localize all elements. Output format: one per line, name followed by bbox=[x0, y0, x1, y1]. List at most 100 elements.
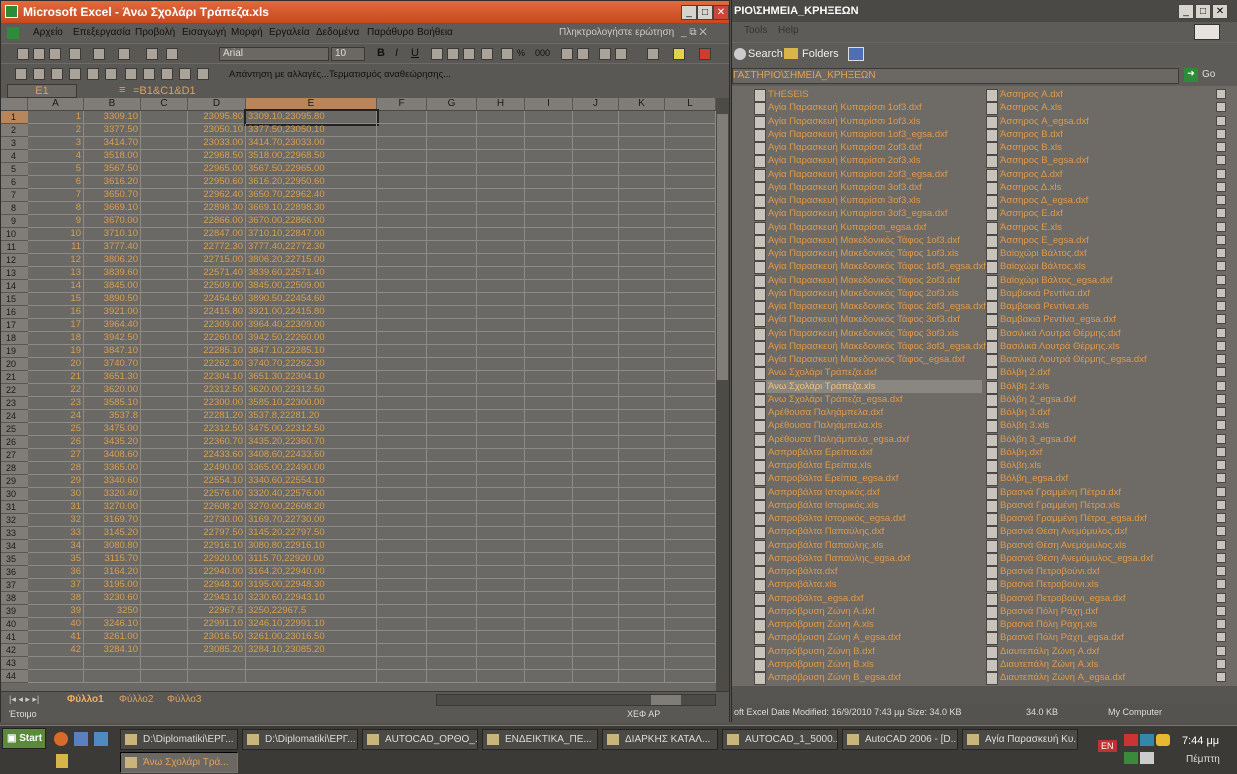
cell-F29[interactable] bbox=[377, 475, 427, 488]
file-item[interactable]: Αγία Παρασκευή Μακεδονικός Τάφος 2of3.xl… bbox=[754, 287, 982, 301]
cell-C9[interactable] bbox=[141, 215, 188, 228]
cell-H7[interactable] bbox=[477, 189, 525, 202]
tray-icon-3[interactable] bbox=[1156, 734, 1170, 746]
explorer-maximize-button[interactable]: □ bbox=[1195, 4, 1211, 19]
cell-A10[interactable]: 10 bbox=[28, 228, 84, 241]
cell-E5[interactable]: 3567.50,22965.00 bbox=[246, 163, 377, 176]
cell-J20[interactable] bbox=[573, 358, 619, 371]
cell-K17[interactable] bbox=[619, 319, 665, 332]
cell-D8[interactable]: 22898.30 bbox=[188, 202, 246, 215]
cell-C24[interactable] bbox=[141, 410, 188, 423]
cell-F27[interactable] bbox=[377, 449, 427, 462]
cell-L19[interactable] bbox=[665, 345, 716, 358]
cell-A37[interactable]: 37 bbox=[28, 579, 84, 592]
borders-icon[interactable] bbox=[647, 48, 659, 60]
cell-B32[interactable]: 3169.70 bbox=[84, 514, 141, 527]
file-icon-col3[interactable] bbox=[1216, 301, 1226, 311]
row-header[interactable]: 41 bbox=[1, 631, 28, 644]
cell-G5[interactable] bbox=[427, 163, 477, 176]
cell-E44[interactable] bbox=[246, 670, 377, 683]
cell-I40[interactable] bbox=[525, 618, 573, 631]
row-header[interactable]: 39 bbox=[1, 605, 28, 618]
cell-G9[interactable] bbox=[427, 215, 477, 228]
cell-B14[interactable]: 3845.00 bbox=[84, 280, 141, 293]
cell-H27[interactable] bbox=[477, 449, 525, 462]
cell-G23[interactable] bbox=[427, 397, 477, 410]
row-header[interactable]: 22 bbox=[1, 384, 28, 397]
file-item[interactable]: Άσσηρος B.xls bbox=[986, 141, 1214, 155]
cell-K13[interactable] bbox=[619, 267, 665, 280]
file-icon-col3[interactable] bbox=[1216, 566, 1226, 576]
file-item[interactable]: Βόλβη 3.xls bbox=[986, 419, 1214, 434]
cell-L43[interactable] bbox=[665, 657, 716, 670]
cell-D25[interactable]: 22312.50 bbox=[188, 423, 246, 436]
file-item[interactable]: Αρέθουσα Παληάμπελα_egsa.dxf bbox=[754, 433, 982, 447]
explorer-titlebar[interactable]: PIO\ΣΗΜΕΙΑ_ΚΡΗΞΕΩΝ bbox=[732, 0, 1237, 22]
cell-I26[interactable] bbox=[525, 436, 573, 449]
cell-D33[interactable]: 22797.50 bbox=[188, 527, 246, 540]
cell-L27[interactable] bbox=[665, 449, 716, 462]
cell-I11[interactable] bbox=[525, 241, 573, 254]
file-item[interactable]: Αγία Παρασκευή Κυπαρίσσι 2of3.xls bbox=[754, 154, 982, 169]
file-item[interactable]: Άνω Σχολάρι Τράπεζα.xls bbox=[754, 379, 982, 394]
cell-L31[interactable] bbox=[665, 501, 716, 514]
font-size-select[interactable]: 10 bbox=[331, 47, 365, 61]
file-icon-col3[interactable] bbox=[1216, 128, 1226, 139]
cell-G10[interactable] bbox=[427, 228, 477, 241]
menu-format[interactable]: Μορφή bbox=[231, 27, 263, 38]
quicklaunch-icon[interactable] bbox=[56, 754, 68, 768]
column-header-H[interactable]: H bbox=[477, 98, 525, 111]
file-item[interactable]: Ασπροβάλτα Παπαύλης.xls bbox=[754, 539, 982, 553]
column-header-A[interactable]: A bbox=[28, 98, 84, 111]
cell-J11[interactable] bbox=[573, 241, 619, 254]
network-icon[interactable] bbox=[1140, 752, 1154, 764]
cell-B43[interactable] bbox=[84, 657, 141, 670]
cell-F37[interactable] bbox=[377, 579, 427, 592]
column-header-K[interactable]: K bbox=[619, 98, 665, 111]
cell-H31[interactable] bbox=[477, 501, 525, 514]
file-item[interactable]: Βαϊοχώρι Βάλτος.xls bbox=[986, 260, 1214, 275]
cell-I1[interactable] bbox=[525, 111, 573, 124]
align-right-icon[interactable] bbox=[463, 48, 475, 60]
cell-D2[interactable]: 23050.10 bbox=[188, 124, 246, 137]
cell-E34[interactable]: 3080.80,22916.10 bbox=[246, 540, 377, 553]
tray-icon-4[interactable] bbox=[1124, 752, 1138, 764]
row-header[interactable]: 29 bbox=[1, 475, 28, 488]
cell-C26[interactable] bbox=[141, 436, 188, 449]
tab-nav-arrows[interactable]: |◂ ◂ ▸ ▸| bbox=[9, 694, 39, 705]
desktop-icon[interactable] bbox=[74, 732, 88, 746]
file-item[interactable]: Ασπρόβρυση Ζώνη B.dxf bbox=[754, 645, 982, 659]
file-item[interactable]: Άνω Σχολάρι Τράπεζα.dxf bbox=[754, 366, 982, 381]
cell-F11[interactable] bbox=[377, 241, 427, 254]
cell-L37[interactable] bbox=[665, 579, 716, 592]
cell-G11[interactable] bbox=[427, 241, 477, 254]
cell-A43[interactable] bbox=[28, 657, 84, 670]
file-item[interactable]: Αγία Παρασκευή Μακεδονικός Τάφος 3of3_eg… bbox=[754, 340, 986, 354]
cell-B13[interactable]: 3839.60 bbox=[84, 267, 141, 280]
cell-I33[interactable] bbox=[525, 527, 573, 540]
cell-L20[interactable] bbox=[665, 358, 716, 371]
file-icon-col3[interactable] bbox=[1216, 327, 1226, 338]
cell-H5[interactable] bbox=[477, 163, 525, 176]
cell-E31[interactable]: 3270.00,22608.20 bbox=[246, 501, 377, 514]
cell-K14[interactable] bbox=[619, 280, 665, 293]
cell-J44[interactable] bbox=[573, 670, 619, 683]
task-explorer-1[interactable]: D:\Diplomatiki\ΕΡΓ... bbox=[120, 729, 238, 750]
decrease-decimal-icon[interactable] bbox=[577, 48, 589, 60]
cell-K30[interactable] bbox=[619, 488, 665, 501]
cell-C18[interactable] bbox=[141, 332, 188, 345]
cell-B30[interactable]: 3320.40 bbox=[84, 488, 141, 501]
cell-H29[interactable] bbox=[477, 475, 525, 488]
cell-I5[interactable] bbox=[525, 163, 573, 176]
file-item[interactable]: Βρασνά Πόλη Ράχη.xls bbox=[986, 618, 1214, 632]
cell-C1[interactable] bbox=[141, 111, 188, 124]
cell-E33[interactable]: 3145.20,22797.50 bbox=[246, 527, 377, 540]
cell-J4[interactable] bbox=[573, 150, 619, 163]
file-item[interactable]: Βρασνά Πόλη Ράχη.dxf bbox=[986, 605, 1214, 619]
row-header[interactable]: 32 bbox=[1, 514, 28, 527]
file-item[interactable]: Διαυτεπάλη Ζώνη A_egsa.dxf bbox=[986, 671, 1214, 685]
file-icon-col3[interactable] bbox=[1216, 234, 1226, 245]
cell-C6[interactable] bbox=[141, 176, 188, 189]
review-icon-2[interactable] bbox=[33, 68, 45, 80]
select-all-corner[interactable] bbox=[1, 98, 28, 111]
